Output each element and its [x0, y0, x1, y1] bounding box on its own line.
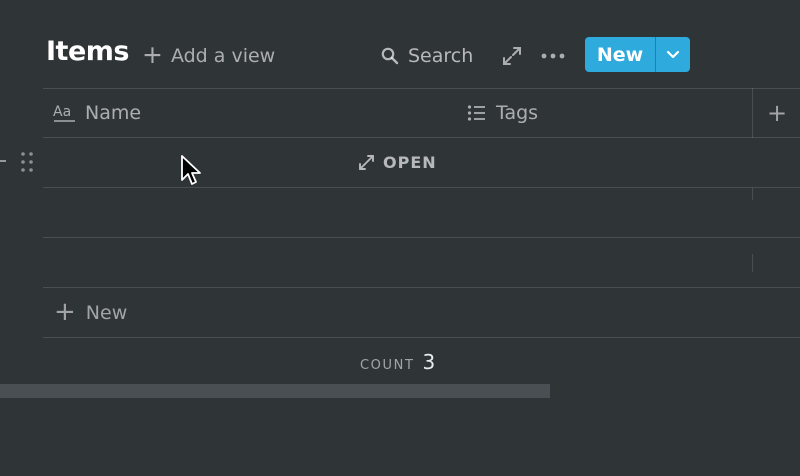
page-title: Items — [46, 36, 129, 67]
mouse-cursor-icon — [181, 155, 201, 185]
row-divider — [43, 287, 800, 288]
add-column-button[interactable]: + — [760, 89, 794, 137]
new-dropdown-button[interactable] — [656, 37, 690, 72]
open-label: OPEN — [383, 152, 437, 172]
row-indicator — [0, 160, 6, 162]
column-divider — [752, 88, 753, 138]
column-header-tags[interactable]: Tags — [467, 89, 538, 137]
more-icon — [541, 53, 565, 59]
horizontal-scrollbar[interactable] — [0, 384, 550, 398]
column-label: Name — [85, 102, 142, 124]
column-header-name[interactable]: Aa Name — [53, 89, 141, 137]
drag-handle-icon[interactable] — [20, 150, 34, 174]
plus-icon: + — [766, 99, 788, 127]
count-value: 3 — [422, 350, 436, 374]
count-label: COUNT — [360, 358, 415, 373]
add-row-button[interactable]: + New — [54, 298, 127, 328]
new-button[interactable]: New — [585, 37, 655, 72]
column-label: Tags — [496, 102, 539, 124]
header-top-border — [43, 88, 800, 89]
plus-icon: + — [54, 296, 76, 327]
database-view: Items + Add a view Search New Aa Name Ta… — [0, 0, 800, 476]
table-row[interactable] — [43, 238, 800, 287]
open-row-button[interactable]: OPEN — [358, 151, 437, 173]
list-property-icon — [467, 105, 485, 121]
new-row-label: New — [85, 302, 128, 324]
search-icon — [381, 47, 399, 65]
svg-text:Aa: Aa — [53, 104, 71, 120]
table-row[interactable] — [43, 188, 800, 237]
open-arrow-icon — [359, 154, 374, 170]
view-header: Items + Add a view Search New — [0, 0, 800, 88]
search-button[interactable]: Search — [381, 42, 473, 70]
new-button-group: New — [585, 37, 690, 72]
footer-divider — [43, 337, 800, 338]
expand-icon — [503, 47, 521, 65]
more-options-button[interactable] — [539, 44, 567, 68]
add-view-button[interactable]: + Add a view — [142, 42, 275, 70]
text-property-icon: Aa — [53, 104, 75, 122]
row-count[interactable]: COUNT 3 — [360, 350, 435, 376]
plus-icon: + — [142, 40, 163, 69]
search-label: Search — [408, 45, 474, 67]
add-view-label: Add a view — [170, 45, 276, 67]
chevron-down-icon — [666, 50, 680, 58]
expand-view-button[interactable] — [500, 44, 524, 68]
